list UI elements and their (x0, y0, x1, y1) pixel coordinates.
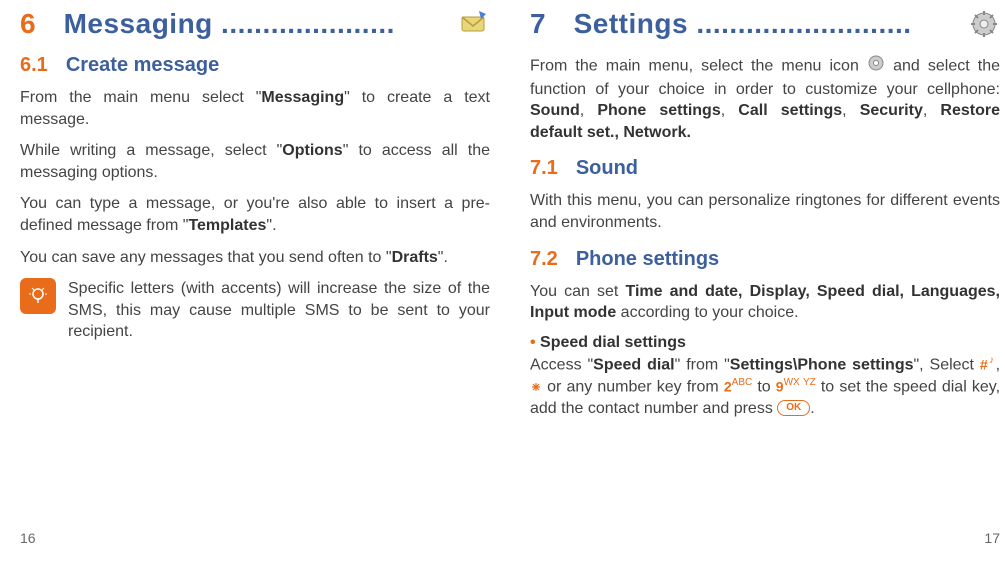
key-2: 2 (724, 378, 732, 394)
key-star (530, 378, 542, 394)
para-6-1-a: From the main menu select "Messaging" to… (20, 87, 490, 130)
text: , (580, 102, 598, 119)
tip-text: Specific letters (with accents) will inc… (68, 278, 490, 343)
key-sup: ♪ (988, 355, 996, 366)
text: While writing a message, select " (20, 142, 282, 159)
bold-text: Messaging (261, 89, 344, 106)
text: , (996, 356, 1000, 373)
text: Access " (530, 356, 593, 373)
bold-text: Call settings (738, 102, 842, 119)
para-6-1-c: You can type a message, or you're also a… (20, 193, 490, 236)
section-number: 7.2 (530, 248, 558, 271)
lightbulb-icon (20, 278, 56, 314)
page-left: 6 Messaging ..................... 6.1 Cr… (20, 8, 490, 548)
bullet-label: Speed dial settings (540, 334, 686, 351)
bold-text: Speed dial (593, 356, 674, 373)
bold-text: Templates (188, 217, 266, 234)
text: or any number key from (542, 378, 724, 395)
key-sup: ABC (732, 377, 753, 388)
text: ". (266, 217, 276, 234)
chapter-6-header: 6 Messaging ..................... (20, 8, 490, 40)
text: " from " (675, 356, 730, 373)
bold-text: Settings\Phone settings (730, 356, 914, 373)
bold-text: Security (860, 102, 923, 119)
text: From the main menu select " (20, 89, 261, 106)
text: , (923, 102, 941, 119)
para-7-intro: From the main menu, select the menu icon… (530, 54, 1000, 143)
key-9: 9 (776, 378, 784, 394)
section-number: 6.1 (20, 54, 48, 77)
chapter-number: 6 (20, 8, 36, 40)
text: You can set (530, 283, 625, 300)
section-title: Sound (576, 157, 638, 180)
text: . (810, 400, 814, 417)
para-7-1: With this menu, you can personalize ring… (530, 190, 1000, 233)
key-hash: # (980, 356, 988, 372)
section-7-1-header: 7.1 Sound (530, 157, 1000, 180)
bold-text: Options (282, 142, 342, 159)
text: , (842, 102, 860, 119)
section-title: Phone settings (576, 248, 719, 271)
bold-text: Sound (530, 102, 580, 119)
key-sup: WX YZ (784, 377, 816, 388)
settings-icon (968, 8, 1000, 40)
bullet-icon: • (530, 334, 540, 351)
text: , (721, 102, 739, 119)
section-number: 7.1 (530, 157, 558, 180)
section-7-2-header: 7.2 Phone settings (530, 248, 1000, 271)
section-6-1-header: 6.1 Create message (20, 54, 490, 77)
chapter-title: Settings .......................... (574, 8, 968, 40)
tip-box: Specific letters (with accents) will inc… (20, 278, 490, 343)
ok-key-icon: OK (777, 400, 810, 416)
bold-text: Phone settings (597, 102, 720, 119)
bold-text: Drafts (392, 249, 438, 266)
text: ". (438, 249, 448, 266)
page-right: 7 Settings .......................... (530, 8, 1000, 548)
para-speed-dial: Access "Speed dial" from "Settings\Phone… (530, 354, 1000, 419)
messaging-icon (458, 8, 490, 40)
bullet-speed-dial: • Speed dial settings (530, 334, 1000, 352)
text: according to your choice. (616, 304, 798, 321)
chapter-title: Messaging ..................... (64, 8, 458, 40)
chapter-7-header: 7 Settings .......................... (530, 8, 1000, 40)
chapter-number: 7 (530, 8, 546, 40)
para-6-1-b: While writing a message, select "Options… (20, 140, 490, 183)
text: From the main menu, select the menu icon (530, 58, 867, 75)
page-number: 17 (984, 530, 1000, 546)
text: You can save any messages that you send … (20, 249, 392, 266)
section-title: Create message (66, 54, 219, 77)
text: ", Select (914, 356, 980, 373)
menu-icon-inline (867, 54, 885, 79)
text: to (752, 378, 776, 395)
para-6-1-d: You can save any messages that you send … (20, 247, 490, 269)
page-number: 16 (20, 530, 36, 546)
para-7-2: You can set Time and date, Display, Spee… (530, 281, 1000, 324)
